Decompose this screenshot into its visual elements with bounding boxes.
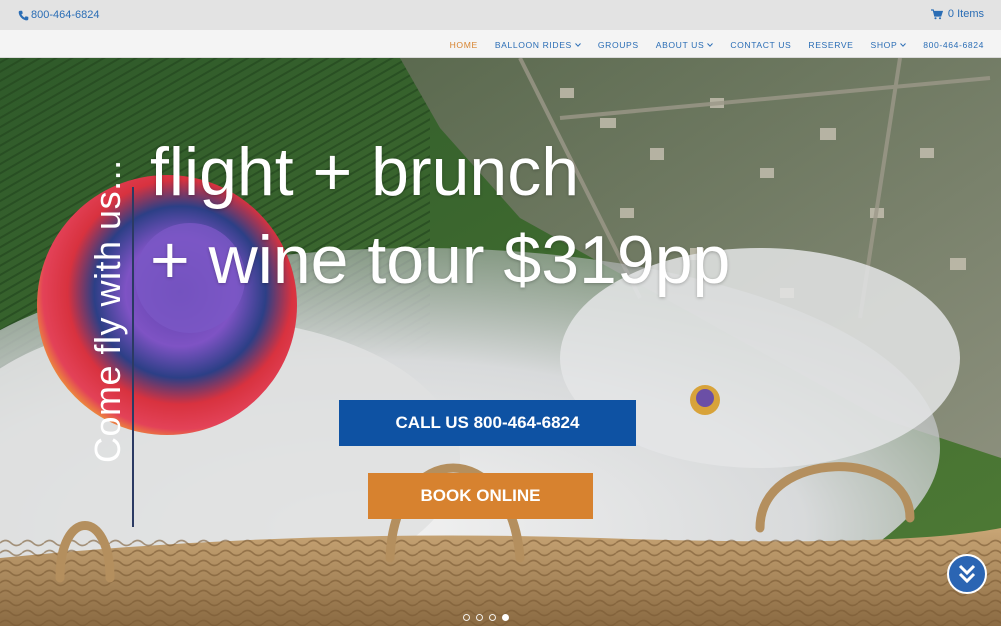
nav-item-reserve[interactable]: RESERVE xyxy=(808,40,853,50)
nav-item-shop[interactable]: SHOP xyxy=(871,40,907,50)
chevron-down-icon xyxy=(575,43,581,47)
nav-item-800-464-6824[interactable]: 800-464-6824 xyxy=(923,40,984,50)
slider-pagination xyxy=(463,614,509,621)
nav-item-contact-us[interactable]: CONTACT US xyxy=(730,40,791,50)
chevron-down-icon xyxy=(900,43,907,47)
nav-item-label: SHOP xyxy=(870,40,898,50)
nav-item-label: CONTACT US xyxy=(730,40,792,50)
nav-item-groups[interactable]: GROUPS xyxy=(598,40,639,50)
vertical-tagline: Come fly with us... xyxy=(87,159,128,463)
hero-headline-line-2: + wine tour $319pp xyxy=(150,222,731,298)
cart-count: 0 Items xyxy=(947,8,984,20)
nav-item-label: RESERVE xyxy=(808,40,854,50)
nav-item-label: GROUPS xyxy=(597,40,639,50)
book-online-button[interactable]: BOOK ONLINE xyxy=(368,473,593,519)
nav-item-label: 800-464-6824 xyxy=(923,40,984,50)
slider-dot[interactable] xyxy=(502,614,509,621)
slider-dot[interactable] xyxy=(489,614,496,621)
scroll-down-icon xyxy=(958,564,976,584)
nav-menu: HOME BALLOON RIDES GROUPS ABOUT US CONTACT U… xyxy=(450,40,984,50)
slider-dot[interactable] xyxy=(463,614,470,621)
nav-item-label: ABOUT US xyxy=(655,40,705,50)
hero-headline: flight + brunch + wine tour $319pp xyxy=(150,128,730,304)
scroll-down-button[interactable] xyxy=(947,554,987,594)
nav-item-home[interactable]: HOME xyxy=(450,40,478,50)
slider-dot[interactable] xyxy=(476,614,483,621)
hero-banner: Come fly with us... flight + brunch + wi… xyxy=(0,58,1001,626)
nav-item-about-us[interactable]: ABOUT US xyxy=(656,40,714,50)
hero-headline-line-1: flight + brunch xyxy=(150,134,580,210)
nav-item-balloon-rides[interactable]: BALLOON RIDES xyxy=(495,40,581,50)
top-phone-number: 800-464-6824 xyxy=(31,9,100,21)
top-phone-link[interactable]: 800-464-6824 xyxy=(18,9,100,21)
vertical-divider-line xyxy=(132,187,134,527)
main-navigation: HOME BALLOON RIDES GROUPS ABOUT US CONTACT U… xyxy=(0,30,1001,58)
chevron-down-icon xyxy=(707,43,714,47)
phone-icon xyxy=(18,10,29,20)
cart-icon xyxy=(930,8,943,19)
cart-link[interactable]: 0 Items xyxy=(930,8,984,20)
nav-item-label: HOME xyxy=(449,40,478,50)
nav-item-label: BALLOON RIDES xyxy=(494,40,572,50)
call-us-button[interactable]: CALL US 800-464-6824 xyxy=(339,400,636,446)
top-bar: 800-464-6824 0 Items xyxy=(0,0,1001,30)
